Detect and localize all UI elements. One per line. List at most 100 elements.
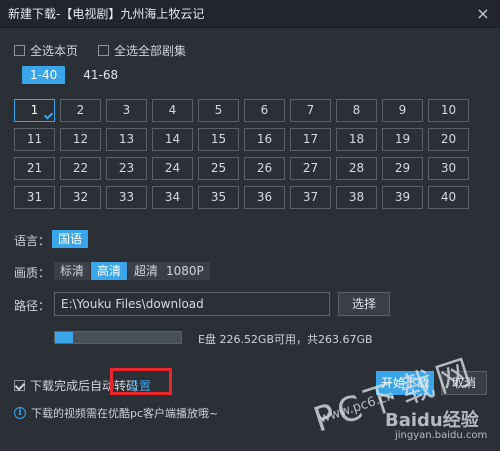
episode-button-15[interactable]: 15 bbox=[198, 128, 239, 151]
path-label: 路径： bbox=[14, 299, 51, 313]
episode-button-17[interactable]: 17 bbox=[290, 128, 331, 151]
checkbox-icon bbox=[14, 45, 25, 56]
episode-label: 3 bbox=[122, 103, 131, 117]
episode-button-18[interactable]: 18 bbox=[336, 128, 377, 151]
episode-label: 17 bbox=[302, 132, 319, 146]
disk-usage-fill bbox=[55, 332, 73, 343]
choose-path-button[interactable]: 选择 bbox=[338, 292, 390, 316]
episode-label: 26 bbox=[256, 161, 273, 175]
episode-label: 13 bbox=[118, 132, 135, 146]
highlight-annotation bbox=[110, 368, 172, 395]
info-icon: i bbox=[14, 407, 26, 419]
language-option-guoyu[interactable]: 国语 bbox=[52, 230, 89, 248]
episode-button-38[interactable]: 38 bbox=[336, 186, 377, 209]
episode-button-3[interactable]: 3 bbox=[106, 99, 147, 122]
select-all-page-label: 全选本页 bbox=[30, 44, 79, 58]
episode-range-tabs: 1-40 41-68 bbox=[22, 66, 126, 84]
episode-label: 33 bbox=[118, 190, 135, 204]
quality-option-hd[interactable]: 高清 bbox=[91, 262, 128, 280]
episode-label: 39 bbox=[394, 190, 411, 204]
cancel-button[interactable]: 取消 bbox=[441, 371, 487, 395]
title-bar: 新建下载-【电视剧】九州海上牧云记 × bbox=[0, 0, 500, 28]
episode-label: 29 bbox=[394, 161, 411, 175]
episode-button-28[interactable]: 28 bbox=[336, 157, 377, 180]
episode-button-8[interactable]: 8 bbox=[336, 99, 377, 122]
episode-label: 35 bbox=[210, 190, 227, 204]
episode-button-35[interactable]: 35 bbox=[198, 186, 239, 209]
episode-button-21[interactable]: 21 bbox=[14, 157, 55, 180]
episode-button-10[interactable]: 10 bbox=[428, 99, 469, 122]
range-tab-41-68[interactable]: 41-68 bbox=[75, 66, 126, 84]
episode-label: 1 bbox=[30, 103, 39, 117]
range-tab-1-40[interactable]: 1-40 bbox=[22, 66, 66, 84]
episode-button-19[interactable]: 19 bbox=[382, 128, 423, 151]
episode-button-27[interactable]: 27 bbox=[290, 157, 331, 180]
episode-label: 34 bbox=[164, 190, 181, 204]
episode-label: 12 bbox=[72, 132, 89, 146]
episode-button-23[interactable]: 23 bbox=[106, 157, 147, 180]
episode-button-36[interactable]: 36 bbox=[244, 186, 285, 209]
episode-button-24[interactable]: 24 bbox=[152, 157, 193, 180]
download-path-input[interactable]: E:\Youku Files\download bbox=[54, 292, 330, 316]
episode-button-5[interactable]: 5 bbox=[198, 99, 239, 122]
checkbox-icon bbox=[14, 380, 25, 391]
close-icon[interactable]: × bbox=[474, 5, 492, 23]
episode-label: 18 bbox=[348, 132, 365, 146]
episode-label: 2 bbox=[76, 103, 85, 117]
episode-label: 36 bbox=[256, 190, 273, 204]
checkbox-icon bbox=[98, 45, 110, 56]
episode-button-4[interactable]: 4 bbox=[152, 99, 193, 122]
quality-option-sd[interactable]: 标清 bbox=[54, 262, 91, 280]
quality-label: 画质： bbox=[14, 266, 51, 280]
episode-label: 22 bbox=[72, 161, 89, 175]
episode-label: 10 bbox=[440, 103, 457, 117]
episode-button-22[interactable]: 22 bbox=[60, 157, 101, 180]
episode-label: 38 bbox=[348, 190, 365, 204]
quality-option-shd[interactable]: 超清 bbox=[128, 262, 165, 280]
episode-button-13[interactable]: 13 bbox=[106, 128, 147, 151]
episode-button-25[interactable]: 25 bbox=[198, 157, 239, 180]
disk-space-text: E盘 226.52GB可用，共263.67GB bbox=[198, 333, 373, 346]
language-label: 语言： bbox=[14, 234, 51, 248]
select-all-episodes-label: 全选全部剧集 bbox=[114, 44, 187, 58]
quality-option-1080p[interactable]: 1080P bbox=[160, 262, 210, 280]
episode-button-9[interactable]: 9 bbox=[382, 99, 423, 122]
select-all-page-checkbox[interactable]: 全选本页 bbox=[14, 42, 78, 59]
episode-label: 31 bbox=[26, 190, 43, 204]
episode-button-40[interactable]: 40 bbox=[428, 186, 469, 209]
episode-button-12[interactable]: 12 bbox=[60, 128, 101, 151]
start-download-button[interactable]: 开始下载 bbox=[376, 371, 434, 395]
episode-button-26[interactable]: 26 bbox=[244, 157, 285, 180]
episode-button-7[interactable]: 7 bbox=[290, 99, 331, 122]
episode-button-33[interactable]: 33 bbox=[106, 186, 147, 209]
episode-button-2[interactable]: 2 bbox=[60, 99, 101, 122]
check-icon bbox=[43, 110, 54, 120]
episode-label: 7 bbox=[306, 103, 315, 117]
disk-usage-bar bbox=[54, 331, 182, 344]
episode-button-37[interactable]: 37 bbox=[290, 186, 331, 209]
episode-button-29[interactable]: 29 bbox=[382, 157, 423, 180]
episode-label: 16 bbox=[256, 132, 273, 146]
baidu-watermark-url: jingyan.baidu.com bbox=[395, 430, 488, 441]
episode-label: 27 bbox=[302, 161, 319, 175]
episode-label: 23 bbox=[118, 161, 135, 175]
episode-button-39[interactable]: 39 bbox=[382, 186, 423, 209]
episode-label: 14 bbox=[164, 132, 181, 146]
episode-label: 4 bbox=[168, 103, 177, 117]
episode-button-30[interactable]: 30 bbox=[428, 157, 469, 180]
episode-label: 40 bbox=[440, 190, 457, 204]
episode-label: 24 bbox=[164, 161, 181, 175]
episode-button-31[interactable]: 31 bbox=[14, 186, 55, 209]
episode-label: 28 bbox=[348, 161, 365, 175]
episode-button-20[interactable]: 20 bbox=[428, 128, 469, 151]
episode-button-16[interactable]: 16 bbox=[244, 128, 285, 151]
episode-button-1[interactable]: 1 bbox=[14, 99, 55, 122]
episode-button-32[interactable]: 32 bbox=[60, 186, 101, 209]
episode-button-34[interactable]: 34 bbox=[152, 186, 193, 209]
episode-button-11[interactable]: 11 bbox=[14, 128, 55, 151]
episode-label: 5 bbox=[214, 103, 223, 117]
episode-button-6[interactable]: 6 bbox=[244, 99, 285, 122]
select-all-episodes-checkbox[interactable]: 全选全部剧集 bbox=[98, 42, 186, 59]
episode-button-14[interactable]: 14 bbox=[152, 128, 193, 151]
episode-grid: 1 2 3 4 5 6 7 8 9 10 11 12 13 14 15 16 17 18 19 20 21 22 23 24 2… bbox=[14, 99, 469, 209]
